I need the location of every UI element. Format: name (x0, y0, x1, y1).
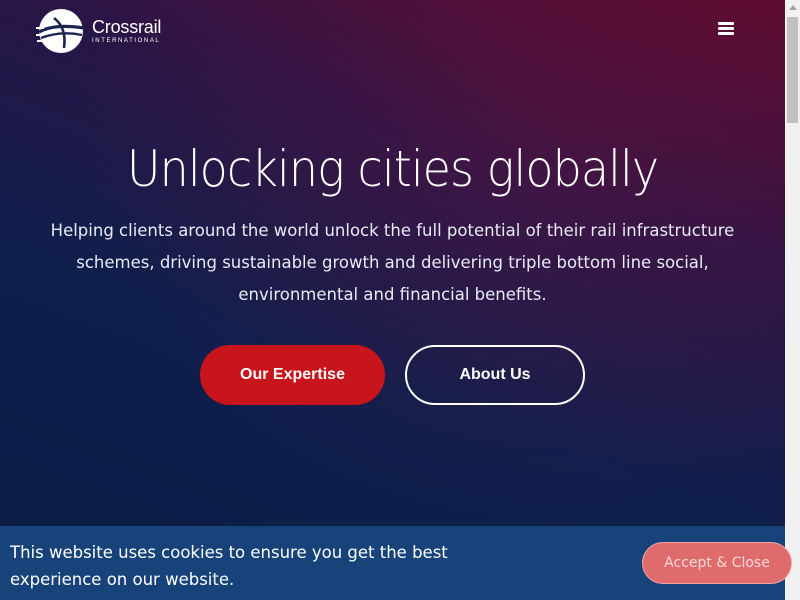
hero-section: Crossrail INTERNATIONAL Unlocking cities… (0, 0, 785, 600)
crossrail-logo-icon (36, 9, 85, 53)
page-scrollbar[interactable] (785, 0, 800, 600)
accept-close-button[interactable]: Accept & Close (642, 542, 792, 584)
scroll-up-arrow-icon[interactable] (785, 0, 800, 15)
hero-headline: Unlocking cities globally (126, 140, 659, 198)
about-us-button[interactable]: About Us (405, 345, 585, 405)
logo-subtitle: INTERNATIONAL (92, 38, 161, 44)
cookie-banner: This website uses cookies to ensure you … (0, 526, 792, 600)
cookie-message: This website uses cookies to ensure you … (10, 543, 448, 589)
hamburger-menu-icon[interactable] (716, 20, 736, 40)
hero-lead-text: Helping clients around the world unlock … (50, 221, 735, 304)
scrollbar-thumb[interactable] (787, 17, 798, 123)
logo-name: Crossrail (92, 17, 162, 37)
our-expertise-button[interactable]: Our Expertise (200, 345, 385, 405)
site-logo[interactable]: Crossrail INTERNATIONAL (36, 8, 161, 54)
